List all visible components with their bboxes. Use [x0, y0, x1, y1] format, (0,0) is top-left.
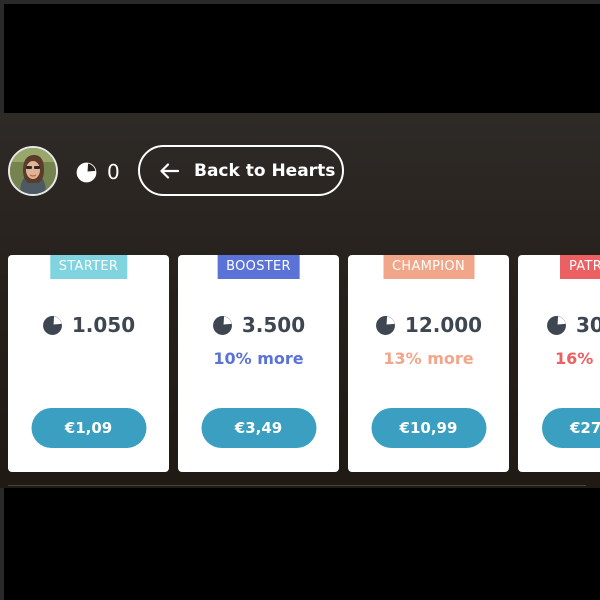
- balance-value: 0: [107, 160, 120, 184]
- pack-card-patron: PATR 30 16% m €27: [518, 255, 600, 472]
- heart-gem-icon: [42, 315, 62, 335]
- pack-amount-row: 12.000: [348, 312, 509, 338]
- pack-bonus: 10% more: [213, 349, 304, 368]
- pack-amount: 3.500: [241, 313, 306, 337]
- pack-bonus: 13% more: [383, 349, 474, 368]
- heart-gem-icon: [375, 315, 395, 335]
- pack-tag: BOOSTER: [217, 255, 300, 279]
- pack-tag: STARTER: [49, 255, 128, 279]
- pack-amount: 30: [576, 313, 600, 337]
- store-panel: 0 Back to Hearts STARTER 1.050 €1,09 BOO…: [0, 113, 600, 488]
- heart-gem-icon: [212, 315, 232, 335]
- back-to-hearts-button[interactable]: Back to Hearts: [138, 145, 344, 196]
- pack-amount: 12.000: [404, 313, 483, 337]
- bottom-letterbox: [0, 488, 600, 600]
- heart-balance: 0: [76, 159, 120, 185]
- pack-card-booster: BOOSTER 3.500 10% more €3,49: [178, 255, 339, 472]
- user-avatar[interactable]: [8, 146, 58, 196]
- pack-card-starter: STARTER 1.050 €1,09: [8, 255, 169, 472]
- pack-amount-row: 1.050: [8, 312, 169, 338]
- buy-button[interactable]: €3,49: [201, 408, 316, 448]
- buy-button[interactable]: €1,09: [31, 408, 146, 448]
- heart-gem-icon: [76, 162, 97, 182]
- back-button-label: Back to Hearts: [194, 160, 336, 181]
- pack-bonus: 16% m: [555, 349, 600, 368]
- pack-amount: 1.050: [71, 313, 136, 337]
- pack-amount-row: 3.500: [178, 312, 339, 338]
- pack-tag: CHAMPION: [383, 255, 474, 279]
- pack-card-champion: CHAMPION 12.000 13% more €10,99: [348, 255, 509, 472]
- pack-amount-row: 30: [518, 312, 600, 338]
- top-letterbox: [0, 0, 600, 117]
- buy-button[interactable]: €27: [542, 408, 600, 448]
- pack-tag: PATR: [560, 255, 600, 279]
- arrow-left-icon: [160, 162, 179, 179]
- screen: 0 Back to Hearts STARTER 1.050 €1,09 BOO…: [0, 0, 600, 600]
- heart-gem-icon: [547, 315, 566, 335]
- divider: [8, 485, 586, 486]
- buy-button[interactable]: €10,99: [371, 408, 486, 448]
